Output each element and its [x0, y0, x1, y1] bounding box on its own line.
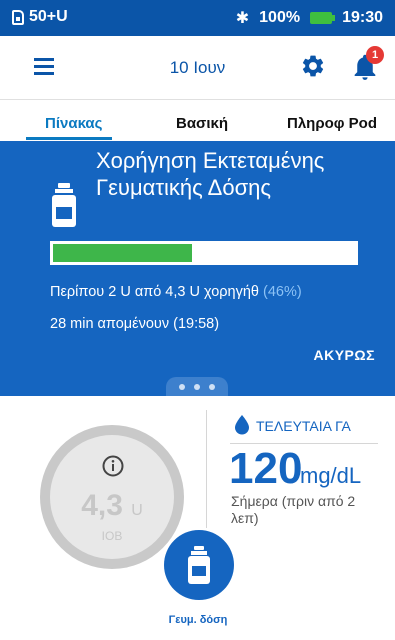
bolus-button[interactable] [164, 530, 234, 600]
cancel-button[interactable]: ΑΚΥΡΩΣ [313, 347, 375, 363]
iob-amount: 4,3 [81, 489, 123, 522]
iob-value: 4,3 U [50, 489, 174, 523]
iob-unit: U [131, 502, 143, 519]
notification-badge: 1 [366, 46, 384, 64]
page-dot [194, 383, 200, 390]
tab-dashboard[interactable]: Πίνακας [45, 115, 102, 132]
battery-percent: 100% [259, 9, 301, 26]
iob-label: IOB [101, 529, 123, 543]
active-tab-indicator [26, 137, 112, 140]
page-dot [209, 383, 215, 390]
bolus-title: Χορήγηση Εκτεταμένης Γευματικής Δόσης [96, 148, 325, 200]
vial-icon [188, 546, 210, 584]
app-bar: 10 Ιουν 1 [0, 36, 395, 100]
page-dot [179, 383, 185, 390]
bolus-progress-bar [50, 241, 358, 265]
bg-value: 120 [229, 444, 303, 493]
vial-icon [52, 183, 76, 227]
status-right: ✱ 100% 19:30 [236, 8, 383, 28]
bolus-button-label[interactable]: Γευμ. δόση [130, 614, 266, 626]
battery-icon [310, 12, 336, 24]
delivered-percent: (46%) [263, 284, 302, 300]
iob-inner: 4,3 U IOB [50, 435, 174, 559]
status-bar: 50+U ✱ 100% 19:30 [0, 0, 395, 36]
carrier: 50+U [12, 8, 68, 26]
remaining-time: 28 min απομένουν (19:58) [50, 316, 220, 332]
last-bg-header: ΤΕΛΕΥΤΑΙΑ ΓΑ [256, 418, 351, 434]
info-icon[interactable] [102, 455, 124, 477]
blood-drop-icon [235, 415, 249, 435]
page-indicator[interactable] [166, 377, 228, 396]
clock: 19:30 [342, 9, 383, 26]
sim-card-icon [12, 9, 24, 25]
bg-unit: mg/dL [300, 463, 362, 488]
carrier-label: 50+U [29, 8, 68, 25]
bluetooth-icon: ✱ [235, 10, 250, 27]
gear-icon[interactable] [300, 53, 326, 79]
tab-basal[interactable]: Βασική [176, 115, 228, 132]
tab-pod-info[interactable]: Πληροφ Pod [287, 115, 377, 132]
page-title: 10 Ιουν [169, 58, 226, 77]
tab-bar: Πίνακας Βασική Πληροφ Pod [0, 101, 395, 141]
bg-timestamp: Σήμερα (πριν από 2 λεπ) [231, 493, 356, 526]
delivered-status: Περίπου 2 U από 4,3 U χορηγήθ (46%) [50, 284, 302, 300]
bolus-progress-fill [53, 244, 192, 262]
iob-indicator[interactable]: 4,3 U IOB [40, 425, 184, 569]
bolus-progress-panel: Χορήγηση Εκτεταμένης Γευματικής Δόσης Πε… [0, 141, 395, 396]
delivered-text: Περίπου 2 U από 4,3 U χορηγήθ [50, 284, 259, 300]
divider [206, 410, 207, 528]
